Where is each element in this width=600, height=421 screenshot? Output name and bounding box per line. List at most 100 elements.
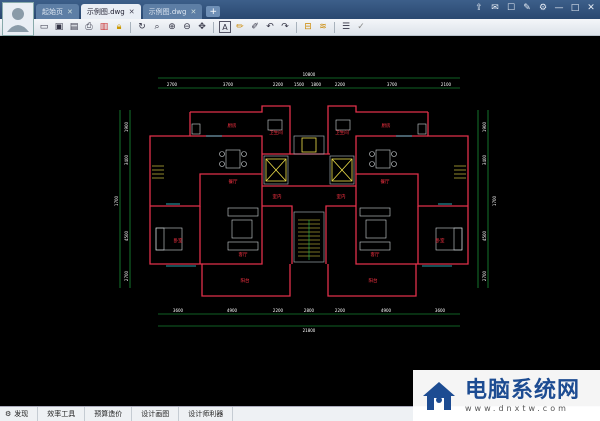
- tab-start-page[interactable]: 起始页 ✕: [36, 4, 79, 19]
- top-dimensions: 2700 3700 2200 1500 1800 2200 3700 2100: [167, 82, 452, 87]
- main-toolbar: ▭ ▣ ▤ ⎙ ▥ 🔒︎ ↻ ⌕ ⊕ ⊖ ✥ A ✏ ✐ ↶ ↷ ⊟ ≋ ☰ ✓: [0, 19, 600, 36]
- room-label: 卫生间: [335, 129, 349, 136]
- minimize-icon[interactable]: —: [554, 3, 564, 13]
- dim-label: 2200: [273, 308, 284, 313]
- print-icon[interactable]: ⎙: [83, 21, 95, 33]
- tab-close-icon[interactable]: ✕: [67, 8, 73, 16]
- save-icon[interactable]: ▣: [53, 21, 65, 33]
- pencil-icon[interactable]: ✏: [234, 21, 246, 33]
- dim-label: 4500: [482, 230, 487, 241]
- maximize-icon[interactable]: □: [570, 3, 580, 13]
- room-label: 阳台: [241, 277, 250, 284]
- dim-label: 2200: [273, 82, 284, 87]
- add-tab-button[interactable]: +: [206, 6, 221, 17]
- zoom-window-icon[interactable]: ⌕: [151, 21, 163, 33]
- dim-label: 2200: [335, 82, 346, 87]
- undo-icon[interactable]: ↶: [264, 21, 276, 33]
- toolbar-separator: [130, 21, 131, 33]
- open-icon[interactable]: ▭: [38, 21, 50, 33]
- room-label: 室内: [273, 193, 282, 200]
- toolbar-separator: [213, 21, 214, 33]
- zoom-out-icon[interactable]: ⊖: [181, 21, 193, 33]
- status-label: 发现: [14, 410, 29, 418]
- window-controls: ⇪ ✉ ☐ ✎ ⚙ — □ ✕: [474, 3, 596, 13]
- efficiency-tools-button[interactable]: 效率工具: [38, 406, 86, 421]
- tab-label: 起始页: [42, 7, 63, 16]
- staircase: [298, 219, 320, 260]
- room-label: 客厅: [239, 251, 248, 258]
- site-watermark: 电脑系统网 www.dnxtw.com: [413, 370, 600, 421]
- chat-icon[interactable]: ✉: [490, 3, 500, 13]
- bottom-dimensions: 3600 4900 2200 2800 2200 4900 3600: [173, 308, 446, 313]
- gear-icon[interactable]: ⚙: [538, 3, 548, 13]
- total-bottom-label: 21800: [303, 328, 316, 333]
- dim-label: 3700: [223, 82, 234, 87]
- status-label: 设计画图: [141, 410, 170, 418]
- pdf-icon[interactable]: ▥: [98, 21, 110, 33]
- phone-icon[interactable]: ☐: [506, 3, 516, 13]
- design-drawing-button[interactable]: 设计画图: [132, 406, 180, 421]
- toolbar-separator: [334, 21, 335, 33]
- status-label: 设计师利器: [188, 410, 224, 418]
- dim-label: 4500: [124, 230, 129, 241]
- room-label: 室内: [337, 193, 346, 200]
- rotate-icon[interactable]: ↻: [136, 21, 148, 33]
- pin-icon[interactable]: ✎: [522, 3, 532, 13]
- dim-label: 3700: [387, 82, 398, 87]
- tab-drawing-1[interactable]: 示例图.dwg ✕: [80, 4, 141, 19]
- left-dimensions: 1900 3400 1700 4500 2700: [114, 121, 129, 281]
- save-as-icon[interactable]: ▤: [68, 21, 80, 33]
- layers-icon[interactable]: ☰: [340, 21, 352, 33]
- elevator-shafts: [265, 137, 353, 182]
- zoom-in-icon[interactable]: ⊕: [166, 21, 178, 33]
- watermark-title: 电脑系统网: [465, 378, 581, 403]
- tab-close-icon[interactable]: ✕: [190, 8, 196, 16]
- share-icon[interactable]: ⇪: [474, 3, 484, 13]
- room-label: 卧室: [436, 237, 445, 244]
- walls: [149, 105, 469, 297]
- dim-label: 2800: [304, 308, 315, 313]
- layer-icon[interactable]: ≋: [317, 21, 329, 33]
- right-dimensions: 1900 3400 1700 4500 2700: [482, 121, 497, 281]
- dim-label: 1500: [294, 82, 305, 87]
- tab-label: 示例图.dwg: [148, 7, 187, 16]
- check-icon[interactable]: ✓: [355, 21, 367, 33]
- budget-cost-button[interactable]: 预算造价: [85, 406, 133, 421]
- brush-icon[interactable]: ✐: [249, 21, 261, 33]
- room-label: 卫生间: [269, 129, 283, 136]
- user-avatar-icon[interactable]: [2, 2, 34, 36]
- status-label: 效率工具: [47, 410, 76, 418]
- room-label: 客厅: [371, 251, 380, 258]
- dim-label: 1700: [492, 195, 497, 206]
- discover-button[interactable]: ⚙ 发现: [0, 406, 39, 421]
- dim-label: 2700: [124, 270, 129, 281]
- room-label: 餐厅: [229, 178, 238, 185]
- room-label: 厨房: [228, 122, 237, 129]
- lock-icon[interactable]: 🔒︎: [113, 21, 125, 33]
- status-label: 预算造价: [94, 410, 123, 418]
- room-label: 餐厅: [381, 178, 390, 185]
- room-label: 阳台: [369, 277, 378, 284]
- toolbar-separator: [296, 21, 297, 33]
- tab-close-icon[interactable]: ✕: [129, 8, 135, 16]
- drawing-canvas[interactable]: 10800 2700 3700 2200 1500 1800 2200 3700…: [0, 36, 600, 406]
- close-icon[interactable]: ✕: [586, 3, 596, 13]
- dim-label: 4900: [381, 308, 392, 313]
- title-bar: 起始页 ✕ 示例图.dwg ✕ 示例图.dwg ✕ + ⇪ ✉ ☐ ✎ ⚙ — …: [0, 0, 600, 36]
- pan-icon[interactable]: ✥: [196, 21, 208, 33]
- tab-strip: 起始页 ✕ 示例图.dwg ✕ 示例图.dwg ✕ +: [36, 2, 221, 19]
- designer-tools-button[interactable]: 设计师利器: [179, 406, 234, 421]
- dim-label: 3400: [124, 154, 129, 165]
- measure-icon[interactable]: ⊟: [302, 21, 314, 33]
- total-width-label: 10800: [303, 72, 316, 77]
- dim-label: 3600: [173, 308, 184, 313]
- room-label: 厨房: [382, 122, 391, 129]
- room-label: 卧室: [174, 237, 183, 244]
- dim-label: 2700: [482, 270, 487, 281]
- redo-icon[interactable]: ↷: [279, 21, 291, 33]
- tab-drawing-2[interactable]: 示例图.dwg ✕: [142, 4, 203, 19]
- dim-label: 1800: [311, 82, 322, 87]
- gear-icon: ⚙: [5, 410, 12, 418]
- text-icon[interactable]: A: [219, 21, 231, 33]
- dim-label: 2700: [167, 82, 178, 87]
